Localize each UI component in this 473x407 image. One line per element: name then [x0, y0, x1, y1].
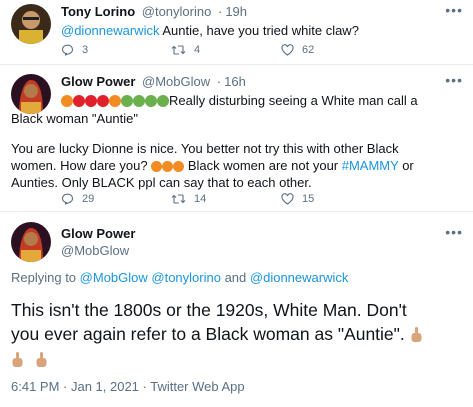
reply-icon: [61, 44, 74, 56]
mention-link[interactable]: @dionnewarwick: [61, 23, 159, 38]
middle-finger-emoji: [411, 327, 422, 342]
tweet-text-line1: This isn't the 1800s or the 1920s, White…: [11, 300, 407, 320]
reply-button[interactable]: 29: [61, 193, 171, 205]
tweet-actions: 3 4 62: [61, 44, 391, 56]
display-name[interactable]: Tony Lorino: [61, 4, 135, 19]
reply-count: 29: [82, 193, 95, 205]
tweet-time[interactable]: 16h: [224, 74, 246, 89]
angry-face-emoji: [85, 95, 97, 107]
angry-face-emoji: [109, 95, 121, 107]
retweet-icon: [171, 45, 186, 55]
display-name[interactable]: Glow Power: [61, 74, 135, 89]
tweet-text-content: women. How dare you?: [11, 158, 148, 173]
avatar[interactable]: [11, 4, 51, 44]
like-icon: [281, 44, 294, 56]
angry-face-emoji: [151, 161, 163, 172]
like-button[interactable]: 15: [281, 193, 391, 205]
tweet-header: Tony Lorino @tonylorino · 19h: [61, 4, 248, 19]
tweet-text-line5: Aunties. Only BLACK ppl can say that to …: [11, 175, 312, 190]
reply-count: 3: [82, 44, 89, 56]
like-icon: [281, 193, 294, 205]
green-sick-face-emoji: [157, 95, 169, 107]
tweet-actions: 29 14 15: [61, 193, 391, 205]
tweet-header: Glow Power @MobGlow · 16h: [61, 74, 246, 89]
replying-to: Replying to @MobGlow @tonylorino and @di…: [11, 270, 348, 285]
retweet-count: 4: [194, 44, 201, 56]
like-count: 15: [302, 193, 315, 205]
replying-to-link[interactable]: @dionnewarwick: [250, 270, 348, 285]
replying-to-links[interactable]: @MobGlow @tonylorino: [80, 270, 221, 285]
hashtag-link[interactable]: #MAMMY: [342, 158, 399, 173]
retweet-button[interactable]: 14: [171, 193, 281, 205]
green-sick-face-emoji: [133, 95, 145, 107]
user-handle[interactable]: @MobGlow: [142, 74, 210, 89]
green-sick-face-emoji: [145, 95, 157, 107]
user-handle[interactable]: @MobGlow: [61, 243, 129, 258]
more-icon[interactable]: •••: [445, 72, 463, 88]
tweet-timestamp[interactable]: 6:41 PM · Jan 1, 2021 · Twitter Web App: [11, 379, 245, 394]
replying-to-label: Replying to: [11, 270, 77, 285]
angry-face-emoji: [61, 95, 73, 107]
reply-button[interactable]: 3: [61, 44, 171, 56]
user-handle[interactable]: @tonylorino: [142, 4, 212, 19]
angry-face-emoji: [162, 161, 174, 172]
like-button[interactable]: 62: [281, 44, 391, 56]
tweet-text: @dionnewarwick Auntie, have you tried wh…: [61, 22, 359, 39]
tweet-glow-power-reply[interactable]: Glow Power @MobGlow · 16h ••• Really dist…: [0, 64, 473, 211]
tweet-text-content: you ever again refer to a Black woman as…: [11, 324, 405, 344]
tweet-text-line1: Really disturbing seeing a White man cal…: [61, 92, 418, 109]
green-sick-face-emoji: [121, 95, 133, 107]
tweet-text-content: or: [402, 158, 414, 173]
more-icon[interactable]: •••: [445, 2, 463, 18]
tweet-text-content: Really disturbing seeing a White man cal…: [169, 93, 418, 108]
tweet-text-content: Auntie, have you tried white claw?: [162, 23, 359, 38]
tweet-text-line3: [11, 347, 466, 371]
tweet-text-line4: women. How dare you? Black women are not…: [11, 157, 414, 174]
tweet-text-line2: you ever again refer to a Black woman as…: [11, 322, 466, 346]
more-icon[interactable]: •••: [445, 224, 463, 240]
reply-icon: [61, 193, 74, 205]
avatar[interactable]: [11, 222, 51, 262]
retweet-count: 14: [194, 193, 207, 205]
middle-finger-emoji: [36, 352, 47, 367]
angry-face-emoji: [173, 161, 185, 172]
tweet-text-content: Black women are not your: [187, 158, 339, 173]
like-count: 62: [302, 44, 315, 56]
tweet-time[interactable]: 19h: [225, 4, 247, 19]
middle-finger-emoji: [12, 352, 23, 367]
angry-face-emoji: [97, 95, 109, 107]
tweet-text-line3: You are lucky Dionne is nice. You better…: [11, 141, 399, 156]
angry-face-emoji: [73, 95, 85, 107]
retweet-button[interactable]: 4: [171, 44, 281, 56]
avatar[interactable]: [11, 74, 51, 114]
retweet-icon: [171, 194, 186, 204]
tweet-text-line2: Black woman "Auntie": [11, 111, 139, 126]
replying-to-and: and: [224, 270, 247, 285]
tweet-main: Glow Power @MobGlow ••• Replying to @Mob…: [0, 211, 473, 407]
tweet-tony-lorino[interactable]: Tony Lorino @tonylorino · 19h ••• @dionne…: [0, 0, 473, 64]
tweet-text: This isn't the 1800s or the 1920s, White…: [11, 298, 466, 371]
display-name[interactable]: Glow Power: [61, 226, 135, 241]
